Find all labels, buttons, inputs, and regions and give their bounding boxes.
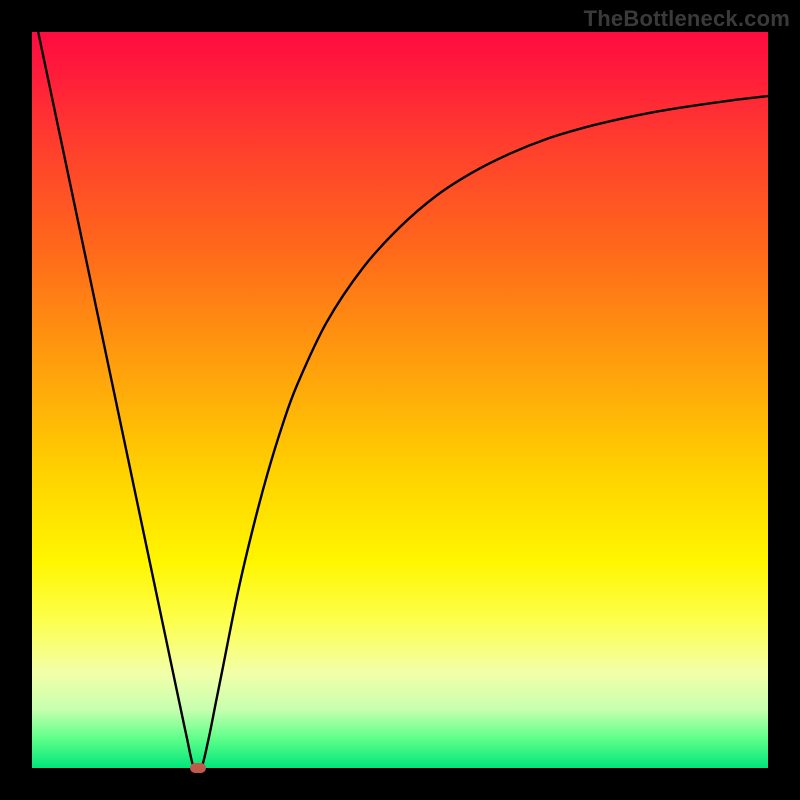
curve-svg	[32, 32, 768, 768]
chart-frame: TheBottleneck.com	[0, 0, 800, 800]
bottleneck-curve	[32, 32, 768, 768]
plot-area	[32, 32, 768, 768]
watermark-text: TheBottleneck.com	[584, 6, 790, 32]
minimum-marker	[190, 763, 206, 773]
